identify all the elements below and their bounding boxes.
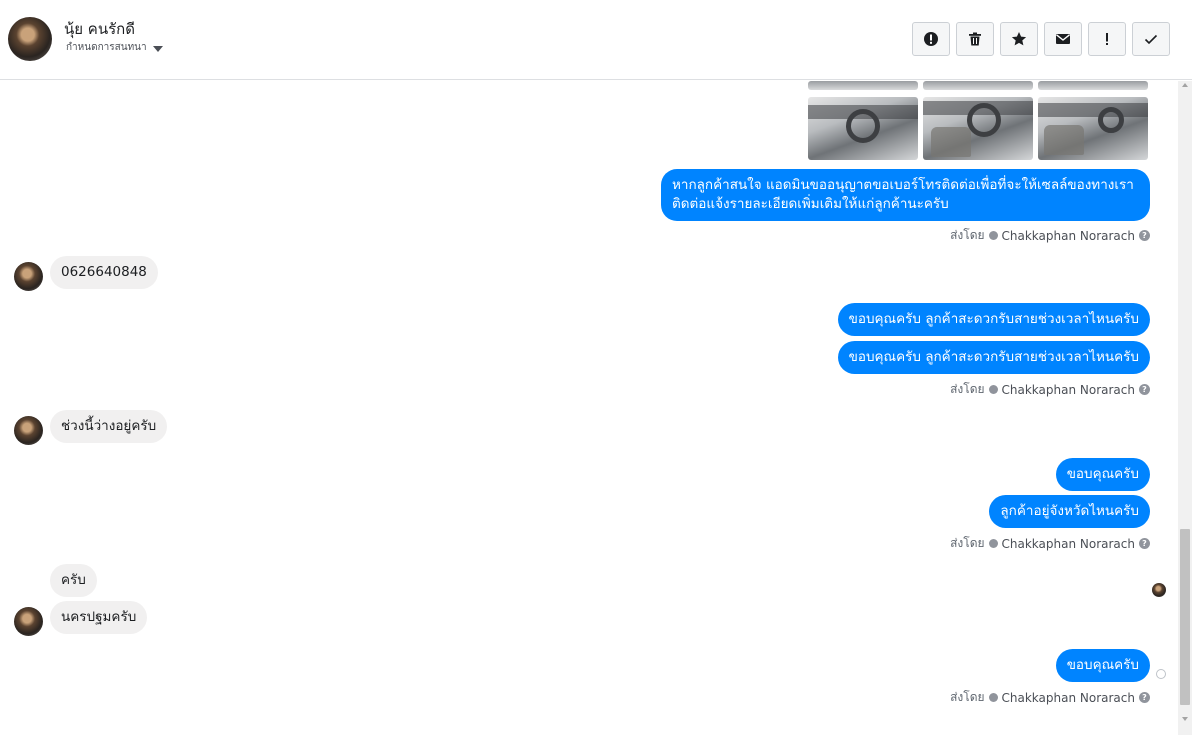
assign-label: กำหนดการสนทนา bbox=[66, 42, 147, 53]
sent-by-label: ส่งโดย bbox=[950, 536, 985, 550]
outgoing-message[interactable]: ขอบคุณครับ bbox=[1055, 649, 1150, 682]
mark-done-button[interactable] bbox=[1132, 22, 1170, 56]
outgoing-message[interactable]: หากลูกค้าสนใจ แอดมินขออนุญาตขอเบอร์โทรติ… bbox=[661, 169, 1150, 221]
verified-icon bbox=[988, 539, 998, 548]
help-icon[interactable]: ? bbox=[1139, 384, 1150, 395]
caret-down-icon bbox=[152, 45, 163, 52]
car-photo-thumbnail[interactable] bbox=[923, 97, 1033, 160]
outgoing-message[interactable]: ขอบคุณครับ ลูกค้าสะดวกรับสายช่วงเวลาไหนค… bbox=[837, 341, 1150, 374]
agent-name[interactable]: Chakkaphan Norarach bbox=[1002, 383, 1135, 397]
envelope-icon bbox=[1056, 34, 1070, 44]
conversation-toolbar bbox=[912, 22, 1170, 56]
outgoing-message[interactable]: ขอบคุณครับ ลูกค้าสะดวกรับสายช่วงเวลาไหนค… bbox=[837, 303, 1150, 336]
sent-by-label: ส่งโดย bbox=[950, 690, 985, 704]
follow-up-button[interactable] bbox=[1088, 22, 1126, 56]
mark-unread-button[interactable] bbox=[1044, 22, 1082, 56]
agent-name[interactable]: Chakkaphan Norarach bbox=[1002, 537, 1135, 551]
sent-by-label: ส่งโดย bbox=[950, 228, 985, 242]
sent-by-info: ส่งโดย Chakkaphan Norarach ? bbox=[950, 688, 1150, 707]
car-photo-thumbnail[interactable] bbox=[923, 81, 1033, 90]
exclamation-icon bbox=[1106, 33, 1108, 45]
delivered-check-icon bbox=[1156, 669, 1166, 679]
sent-by-info: ส่งโดย Chakkaphan Norarach ? bbox=[950, 534, 1150, 553]
outgoing-message[interactable]: ขอบคุณครับ bbox=[1055, 458, 1150, 491]
car-photo-thumbnail[interactable] bbox=[808, 97, 918, 160]
contact-avatar-small bbox=[14, 262, 43, 291]
alert-circle-icon bbox=[924, 32, 938, 46]
checkmark-icon bbox=[1144, 34, 1158, 45]
verified-icon bbox=[988, 385, 998, 394]
contact-name[interactable]: นุ้ย คนรักดี bbox=[64, 17, 135, 41]
assign-conversation-dropdown[interactable]: กำหนดการสนทนา bbox=[66, 40, 163, 55]
help-icon[interactable]: ? bbox=[1139, 538, 1150, 549]
thread-scrollbar[interactable] bbox=[1178, 81, 1192, 735]
car-photo-thumbnail[interactable] bbox=[1038, 81, 1148, 90]
star-icon bbox=[1011, 32, 1027, 46]
scroll-up-arrow-icon[interactable] bbox=[1182, 83, 1188, 87]
trash-icon bbox=[969, 32, 981, 46]
seen-avatar bbox=[1152, 583, 1166, 597]
incoming-message[interactable]: ครับ bbox=[50, 564, 97, 597]
sent-by-info: ส่งโดย Chakkaphan Norarach ? bbox=[950, 380, 1150, 399]
car-photo-thumbnail[interactable] bbox=[808, 81, 918, 90]
scroll-down-arrow-icon[interactable] bbox=[1182, 717, 1188, 721]
incoming-message[interactable]: 0626640848 bbox=[50, 256, 158, 289]
sent-by-info: ส่งโดย Chakkaphan Norarach ? bbox=[950, 226, 1150, 245]
verified-icon bbox=[988, 231, 998, 240]
conversation-header: นุ้ย คนรักดี กำหนดการสนทนา bbox=[0, 0, 1192, 80]
agent-name[interactable]: Chakkaphan Norarach bbox=[1002, 229, 1135, 243]
delete-button[interactable] bbox=[956, 22, 994, 56]
car-photo-thumbnail[interactable] bbox=[1038, 97, 1148, 160]
scrollbar-thumb[interactable] bbox=[1180, 529, 1190, 705]
agent-name[interactable]: Chakkaphan Norarach bbox=[1002, 691, 1135, 705]
help-icon[interactable]: ? bbox=[1139, 692, 1150, 703]
incoming-message[interactable]: นครปฐมครับ bbox=[50, 601, 148, 634]
sent-by-label: ส่งโดย bbox=[950, 382, 985, 396]
contact-avatar-small bbox=[14, 607, 43, 636]
verified-icon bbox=[988, 693, 998, 702]
contact-avatar-small bbox=[14, 416, 43, 445]
message-thread[interactable]: หากลูกค้าสนใจ แอดมินขออนุญาตขอเบอร์โทรติ… bbox=[0, 81, 1178, 735]
star-button[interactable] bbox=[1000, 22, 1038, 56]
mark-spam-button[interactable] bbox=[912, 22, 950, 56]
help-icon[interactable]: ? bbox=[1139, 230, 1150, 241]
outgoing-message[interactable]: ลูกค้าอยู่จังหวัดไหนครับ bbox=[989, 495, 1150, 528]
contact-avatar[interactable] bbox=[8, 17, 52, 61]
incoming-message[interactable]: ช่วงนี้ว่างอยู่ครับ bbox=[50, 410, 168, 443]
